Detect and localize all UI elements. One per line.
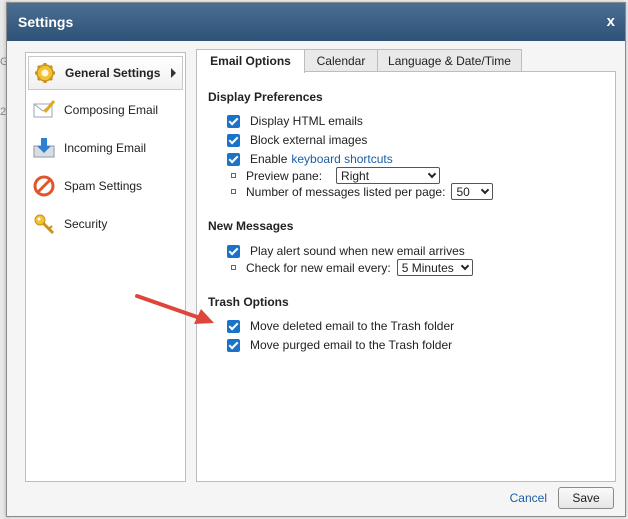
section-title-display-preferences: Display Preferences xyxy=(208,90,323,104)
option-display-html-emails[interactable]: Display HTML emails xyxy=(227,114,363,128)
dialog-title: Settings xyxy=(18,14,74,30)
bullet-icon xyxy=(231,265,236,270)
option-label: Number of messages listed per page: xyxy=(246,184,446,199)
sidebar-item-label: Spam Settings xyxy=(64,179,143,193)
check-interval-select[interactable]: 5 Minutes xyxy=(396,259,473,276)
select-value: 50 xyxy=(456,184,470,199)
dialog-titlebar: Settings x xyxy=(7,3,625,41)
tab-calendar[interactable]: Calendar xyxy=(304,49,378,72)
bullet-icon xyxy=(231,173,236,178)
email-options-panel: Display Preferences Display HTML emails … xyxy=(196,71,616,482)
section-title-trash-options: Trash Options xyxy=(208,295,289,309)
option-label: Block external images xyxy=(250,133,368,147)
option-label: Preview pane: xyxy=(246,168,323,183)
option-move-deleted-to-trash[interactable]: Move deleted email to the Trash folder xyxy=(227,319,454,333)
sidebar-item-label: Incoming Email xyxy=(64,141,147,155)
gear-icon xyxy=(33,61,57,85)
sidebar-item-label: Security xyxy=(64,217,108,231)
section-title-new-messages: New Messages xyxy=(208,219,294,233)
select-value: Right xyxy=(341,168,370,183)
chevron-down-icon xyxy=(460,261,469,271)
settings-sidebar: General Settings Composing Email Incomin… xyxy=(25,52,186,482)
select-value: 5 Minutes xyxy=(401,260,454,275)
annotation-arrow-icon xyxy=(135,294,214,324)
checkbox-checked[interactable] xyxy=(227,152,240,166)
sidebar-item-security[interactable]: Security xyxy=(28,207,183,241)
inbox-download-icon xyxy=(32,136,56,160)
close-icon[interactable]: x xyxy=(607,13,615,30)
sidebar-item-incoming-email[interactable]: Incoming Email xyxy=(28,131,183,165)
sidebar-item-composing-email[interactable]: Composing Email xyxy=(28,93,183,127)
checkbox-checked[interactable] xyxy=(227,319,240,333)
key-icon xyxy=(32,212,56,236)
chevron-down-icon xyxy=(481,185,490,195)
chevron-right-icon xyxy=(171,68,176,78)
checkbox-checked[interactable] xyxy=(227,244,240,258)
option-check-interval: Check for new email every: 5 Minutes xyxy=(231,259,473,276)
option-label: Display HTML emails xyxy=(250,114,363,128)
option-label: Check for new email every: xyxy=(246,260,391,275)
messages-per-page-select[interactable]: 50 xyxy=(451,183,494,200)
option-label: Move deleted email to the Trash folder xyxy=(250,319,455,333)
option-move-purged-to-trash[interactable]: Move purged email to the Trash folder xyxy=(227,338,452,352)
settings-dialog: Settings x General Settings Composing Em… xyxy=(6,2,626,517)
option-preview-pane: Preview pane: Right xyxy=(231,167,441,184)
checkbox-checked[interactable] xyxy=(227,133,240,147)
cancel-button[interactable]: Cancel xyxy=(510,491,547,505)
option-messages-per-page: Number of messages listed per page: 50 xyxy=(231,183,494,200)
option-label: Play alert sound when new email arrives xyxy=(250,244,465,258)
checkbox-checked[interactable] xyxy=(227,338,240,352)
sidebar-item-label: General Settings xyxy=(65,66,161,80)
keyboard-shortcuts-link[interactable]: keyboard shortcuts xyxy=(291,152,392,166)
option-block-external-images[interactable]: Block external images xyxy=(227,133,367,147)
option-label: Move purged email to the Trash folder xyxy=(250,338,453,352)
option-keyboard-shortcuts[interactable]: Enable keyboard shortcuts xyxy=(227,152,393,166)
option-alert-sound[interactable]: Play alert sound when new email arrives xyxy=(227,244,465,258)
chevron-down-icon xyxy=(427,169,437,179)
sidebar-item-label: Composing Email xyxy=(64,103,159,117)
compose-icon xyxy=(32,98,56,122)
save-button[interactable]: Save xyxy=(558,487,614,509)
tab-language-date-time[interactable]: Language & Date/Time xyxy=(377,49,522,72)
sidebar-item-spam-settings[interactable]: Spam Settings xyxy=(28,169,183,203)
preview-pane-select[interactable]: Right xyxy=(336,167,441,184)
tab-email-options[interactable]: Email Options xyxy=(196,49,305,73)
option-label: Enable xyxy=(250,152,288,166)
checkbox-checked[interactable] xyxy=(227,114,240,128)
sidebar-item-general-settings[interactable]: General Settings xyxy=(28,56,183,90)
spam-block-icon xyxy=(32,174,56,198)
bullet-icon xyxy=(231,189,236,194)
